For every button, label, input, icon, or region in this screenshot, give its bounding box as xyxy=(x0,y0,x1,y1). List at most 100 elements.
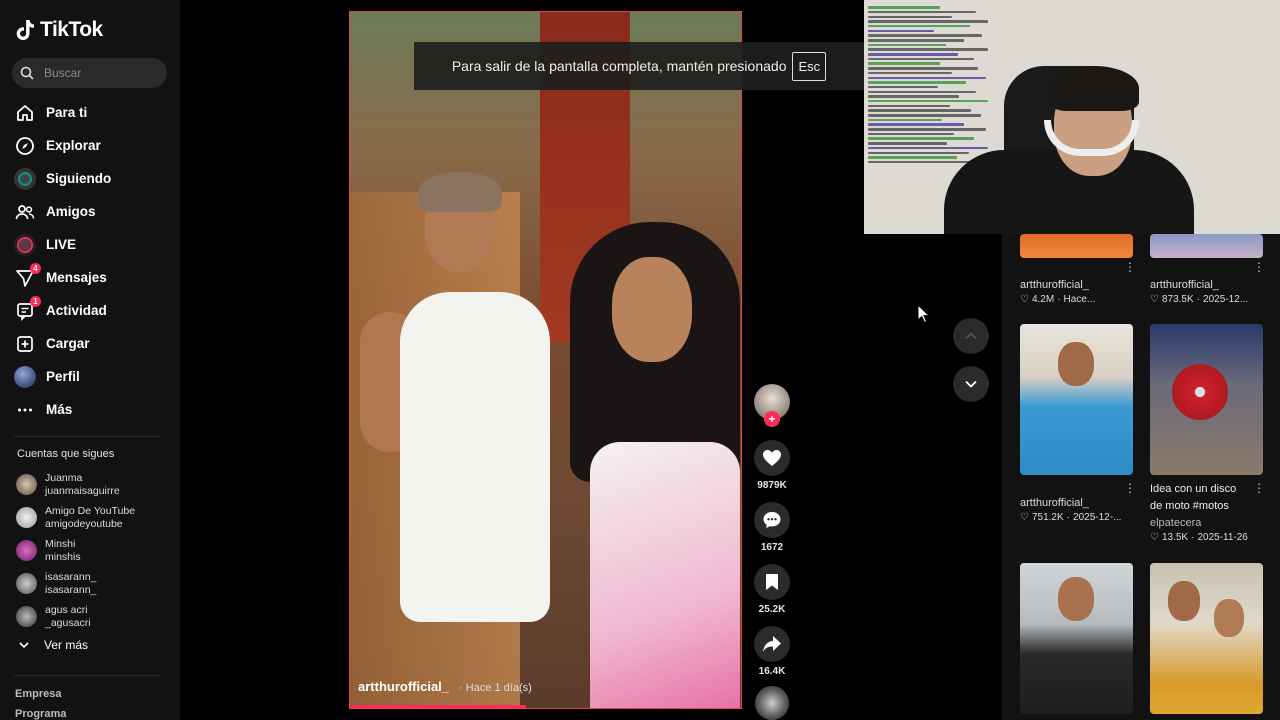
account-handle: juanmaisaguirre xyxy=(45,484,120,497)
nav-item-upload[interactable]: Cargar xyxy=(14,327,111,360)
profile-avatar-icon xyxy=(14,365,36,388)
share-button[interactable] xyxy=(754,626,790,662)
video-thumbnail[interactable] xyxy=(1150,324,1263,475)
account-name: Minshi xyxy=(45,537,76,550)
chat-line xyxy=(868,10,976,14)
chat-line xyxy=(868,39,964,42)
footer-link-program[interactable]: Programa xyxy=(15,708,66,720)
card-description[interactable]: Idea con un disco de moto #motos xyxy=(1150,481,1250,515)
share-icon xyxy=(763,636,781,652)
nav-item-more[interactable]: Más xyxy=(14,393,111,426)
next-video-button[interactable] xyxy=(953,366,989,402)
chat-line xyxy=(868,132,955,136)
friends-icon xyxy=(14,201,36,223)
account-name: isasarann_ xyxy=(45,570,97,583)
nav-item-friends[interactable]: Amigos xyxy=(14,195,111,228)
video-thumbnail[interactable] xyxy=(1020,563,1133,714)
like-button[interactable] xyxy=(754,440,790,476)
previous-video-button[interactable] xyxy=(953,318,989,354)
chat-line xyxy=(868,43,946,47)
video-thumbnail[interactable] xyxy=(1150,563,1263,714)
save-button[interactable] xyxy=(754,564,790,600)
search-input[interactable] xyxy=(42,65,156,81)
thumbnail-art xyxy=(1058,577,1094,621)
esc-key: Esc xyxy=(792,51,827,81)
chat-line xyxy=(868,114,981,117)
chat-line xyxy=(868,128,986,131)
separator: · xyxy=(1057,294,1061,305)
mouse-cursor-icon xyxy=(917,304,931,324)
chat-line xyxy=(868,29,934,33)
following-account[interactable]: Minshi minshis xyxy=(16,534,135,567)
chat-line xyxy=(868,99,988,103)
chat-line xyxy=(868,142,948,145)
comment-button[interactable] xyxy=(754,502,790,538)
account-handle: amigodeyoutube xyxy=(45,517,123,530)
heart-outline-icon: ♡ xyxy=(1020,294,1029,305)
nav-item-profile[interactable]: Perfil xyxy=(14,360,111,393)
chat-line xyxy=(868,90,976,94)
following-account[interactable]: agus acri _agusacri xyxy=(16,600,135,633)
more-options-icon[interactable]: ⋮ xyxy=(1253,481,1265,495)
messages-icon: 4 xyxy=(14,262,41,289)
card-stats: ♡ 4.2M · Hace... xyxy=(1020,294,1095,305)
following-account-text: Amigo De YouTube amigodeyoutube xyxy=(45,505,135,531)
nav-item-explore[interactable]: Explorar xyxy=(14,129,111,162)
nav-item-live[interactable]: LIVE xyxy=(14,228,111,261)
card-author[interactable]: artthurofficial_ xyxy=(1020,279,1089,291)
divider xyxy=(14,675,160,676)
video-progress-bar[interactable] xyxy=(350,705,526,708)
card-author[interactable]: elpatecera xyxy=(1150,517,1201,529)
tiktok-logo[interactable]: TikTok xyxy=(16,18,103,42)
video-time-text: Hace 1 día(s) xyxy=(465,682,532,694)
video-thumbnail[interactable] xyxy=(1150,234,1263,258)
avatar xyxy=(16,606,37,627)
search-box[interactable] xyxy=(12,58,167,88)
avatar xyxy=(16,507,37,528)
following-account[interactable]: Amigo De YouTube amigodeyoutube xyxy=(16,501,135,534)
following-title: Cuentas que sigues xyxy=(17,448,115,460)
webcam-overlay xyxy=(864,0,1280,234)
chat-line xyxy=(868,6,940,9)
card-date: 2025-12... xyxy=(1203,294,1249,305)
music-disc-icon[interactable] xyxy=(755,686,789,720)
more-options-icon[interactable]: ⋮ xyxy=(1124,481,1136,495)
card-likes: 13.5K xyxy=(1161,532,1189,543)
nav-item-activity[interactable]: 1 Actividad xyxy=(14,294,111,327)
chat-line xyxy=(868,81,967,84)
nav-item-for-you[interactable]: Para ti xyxy=(14,96,111,129)
video-player[interactable]: artthurofficial_ · Hace 1 día(s) xyxy=(349,11,742,709)
card-author[interactable]: artthurofficial_ xyxy=(1020,497,1089,509)
chevron-up-icon xyxy=(965,332,977,340)
card-likes: 4.2M xyxy=(1031,294,1055,305)
following-account[interactable]: isasarann_ isasarann_ xyxy=(16,567,135,600)
creator-avatar[interactable]: + xyxy=(754,384,790,427)
nav-item-following[interactable]: Siguiendo xyxy=(14,162,111,195)
live-icon xyxy=(14,233,36,256)
following-account-text: Juanma juanmaisaguirre xyxy=(45,472,120,498)
nav-item-messages[interactable]: 4 Mensajes xyxy=(14,261,111,294)
chat-line xyxy=(868,76,986,79)
save-count: 25.2K xyxy=(758,604,786,615)
separator: · xyxy=(1196,294,1201,305)
video-scene xyxy=(590,442,740,708)
video-thumbnail[interactable] xyxy=(1020,234,1133,258)
follow-plus-icon[interactable]: + xyxy=(764,411,780,427)
video-thumbnail[interactable] xyxy=(1020,324,1133,475)
following-account-text: Minshi minshis xyxy=(45,538,81,564)
nav-label: Cargar xyxy=(46,336,90,351)
chevron-down-icon xyxy=(19,642,29,649)
more-options-icon[interactable]: ⋮ xyxy=(1253,260,1265,274)
messages-badge: 4 xyxy=(30,262,41,274)
chat-overlay xyxy=(868,4,988,166)
see-more-button[interactable]: Ver más xyxy=(18,638,88,652)
account-name: Juanma xyxy=(45,471,83,484)
video-author[interactable]: artthurofficial_ xyxy=(358,679,449,694)
avatar xyxy=(16,540,37,561)
more-options-icon[interactable]: ⋮ xyxy=(1124,260,1136,274)
following-account[interactable]: Juanma juanmaisaguirre xyxy=(16,468,135,501)
comment-count: 1672 xyxy=(760,542,784,553)
footer-link-company[interactable]: Empresa xyxy=(15,688,61,700)
card-author[interactable]: artthurofficial_ xyxy=(1150,279,1219,291)
card-stats: ♡ 13.5K · 2025-11-26 xyxy=(1150,532,1248,543)
